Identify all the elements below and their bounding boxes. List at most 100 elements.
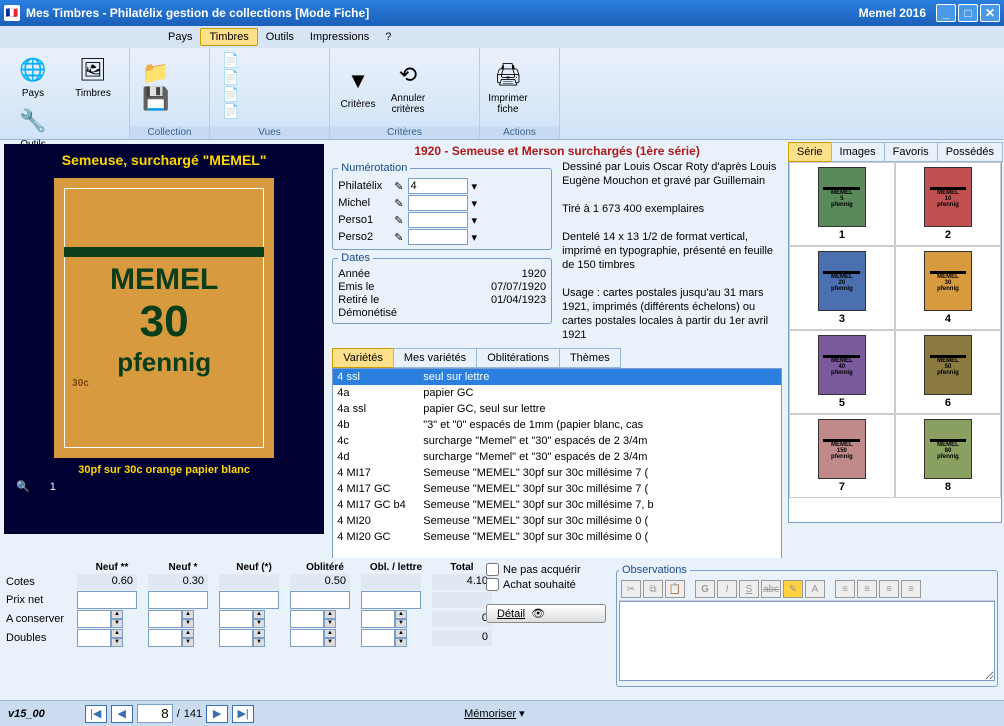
michel-input[interactable] [408,195,468,211]
step-down[interactable]: ▼ [111,619,123,628]
align-right-button[interactable]: ≡ [879,580,899,598]
price-input[interactable] [77,591,137,609]
qty-input[interactable] [219,610,253,628]
step-down[interactable]: ▼ [253,638,265,647]
prev-button[interactable]: ◀ [111,705,133,723]
variety-row[interactable]: 4 MI20 GCSemeuse "MEMEL" 30pf sur 30c mi… [333,529,781,545]
tab-thèmes[interactable]: Thèmes [559,348,621,368]
highlight-button[interactable]: ✎ [783,580,803,598]
variety-row[interactable]: 4 sslseul sur lettre [333,369,781,385]
step-up[interactable]: ▲ [253,610,265,619]
step-down[interactable]: ▼ [253,619,265,628]
step-down[interactable]: ▼ [182,638,194,647]
zoom-icon[interactable]: 🔍 [16,480,30,493]
menu-impressions[interactable]: Impressions [302,29,377,45]
price-input[interactable] [219,591,279,609]
variety-row[interactable]: 4 MI17Semeuse "MEMEL" 30pf sur 30c millé… [333,465,781,481]
price-input[interactable] [361,591,421,609]
step-down[interactable]: ▼ [324,638,336,647]
tab-images[interactable]: Images [831,142,885,162]
step-up[interactable]: ▲ [182,610,194,619]
qty-input[interactable] [290,629,324,647]
tab-série[interactable]: Série [788,142,832,162]
chevron-down-icon[interactable]: ▾ [472,214,478,227]
cut-button[interactable]: ✂ [621,580,641,598]
menu-?[interactable]: ? [377,29,399,45]
qty-input[interactable] [77,610,111,628]
step-up[interactable]: ▲ [395,610,407,619]
qty-input[interactable] [361,629,395,647]
qty-input[interactable] [77,629,111,647]
chevron-down-icon[interactable]: ▾ [472,197,478,210]
thumb-7[interactable]: MEMEL150pfennig7 [789,414,895,498]
step-up[interactable]: ▲ [395,629,407,638]
qty-input[interactable] [219,629,253,647]
italic-button[interactable]: I [717,580,737,598]
menu-outils[interactable]: Outils [258,29,302,45]
qty-input[interactable] [148,610,182,628]
step-up[interactable]: ▲ [324,610,336,619]
chevron-down-icon[interactable]: ▾ [472,231,478,244]
pen-icon[interactable]: ✎ [394,214,403,227]
qty-input[interactable] [148,629,182,647]
tab-oblitérations[interactable]: Oblitérations [476,348,560,368]
next-button[interactable]: ▶ [206,705,228,723]
maximize-button[interactable]: □ [958,4,978,22]
variety-row[interactable]: 4csurcharge "Memel" et "30" espacés de 2… [333,433,781,449]
step-up[interactable]: ▲ [324,629,336,638]
step-down[interactable]: ▼ [324,619,336,628]
tab-mes variétés[interactable]: Mes variétés [393,348,477,368]
series-thumbnails[interactable]: MEMEL5pfennig1MEMEL10pfennig2MEMEL20pfen… [788,161,1002,523]
close-button[interactable]: ✕ [980,4,1000,22]
ribbon-critères[interactable]: ▼Critères [334,52,382,122]
thumb-3[interactable]: MEMEL20pfennig3 [789,246,895,330]
first-button[interactable]: |◀ [85,705,107,723]
stamp-image[interactable]: MEMEL 30 pfennig 30c [54,178,274,458]
qty-input[interactable] [361,610,395,628]
pen-icon[interactable]: ✎ [394,180,403,193]
price-input[interactable] [290,591,350,609]
thumb-6[interactable]: MEMEL50pfennig6 [895,330,1001,414]
collection-button[interactable]: 📁💾 [134,52,182,122]
observations-textarea[interactable] [619,601,995,681]
step-up[interactable]: ▲ [111,610,123,619]
chevron-down-icon[interactable]: ▾ [472,180,478,193]
qty-input[interactable] [290,610,324,628]
step-down[interactable]: ▼ [395,619,407,628]
chevron-down-icon[interactable]: ▾ [519,708,525,720]
perso1-input[interactable] [408,212,468,228]
menu-pays[interactable]: Pays [160,29,200,45]
step-up[interactable]: ▲ [253,629,265,638]
variety-row[interactable]: 4 MI17 GC b4Semeuse "MEMEL" 30pf sur 30c… [333,497,781,513]
wish-checkbox[interactable] [486,578,499,591]
pen-icon[interactable]: ✎ [394,231,403,244]
no-acquire-checkbox[interactable] [486,563,499,576]
variety-row[interactable]: 4apapier GC [333,385,781,401]
thumb-4[interactable]: MEMEL30pfennig4 [895,246,1001,330]
menu-timbres[interactable]: Timbres [200,28,257,46]
tab-variétés[interactable]: Variétés [332,348,394,368]
tab-favoris[interactable]: Favoris [884,142,938,162]
ribbon-pays[interactable]: 🌐Pays [4,52,62,101]
pen-icon[interactable]: ✎ [394,197,403,210]
variety-row[interactable]: 4 MI20Semeuse "MEMEL" 30pf sur 30c millé… [333,513,781,529]
step-up[interactable]: ▲ [111,629,123,638]
last-button[interactable]: ▶| [232,705,254,723]
strike-button[interactable]: abc [761,580,781,598]
ribbon-timbres[interactable]: 🖼Timbres [64,52,122,101]
ribbon-imprimer-fiche[interactable]: 🖨Imprimerfiche [484,52,532,122]
variety-row[interactable]: 4dsurcharge "Memel" et "30" espacés de 2… [333,449,781,465]
thumb-2[interactable]: MEMEL10pfennig2 [895,162,1001,246]
memoriser-link[interactable]: Mémoriser [464,708,516,720]
underline-button[interactable]: S [739,580,759,598]
variety-row[interactable]: 4 MI17 GCSemeuse "MEMEL" 30pf sur 30c mi… [333,481,781,497]
step-down[interactable]: ▼ [182,619,194,628]
philatélix-input[interactable] [408,178,468,194]
detail-button[interactable]: Détail 👁 [486,604,606,623]
varieties-list[interactable]: 4 sslseul sur lettre4apapier GC4a sslpap… [332,368,782,576]
step-up[interactable]: ▲ [182,629,194,638]
align-justify-button[interactable]: ≡ [901,580,921,598]
bold-button[interactable]: G [695,580,715,598]
step-down[interactable]: ▼ [111,638,123,647]
variety-row[interactable]: 4a sslpapier GC, seul sur lettre [333,401,781,417]
